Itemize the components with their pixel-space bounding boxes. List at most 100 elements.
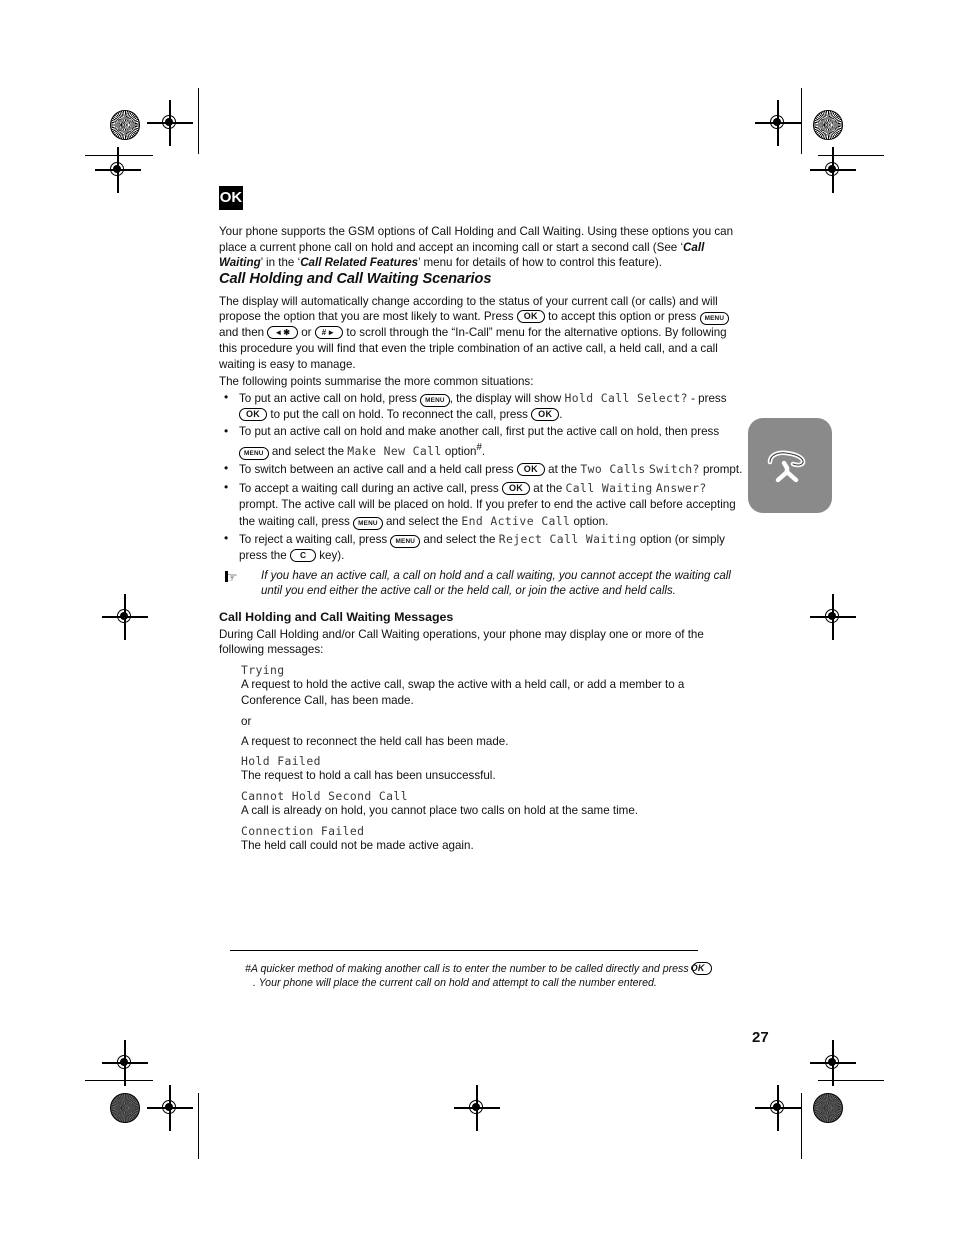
crosshair-registration-mark (147, 100, 193, 146)
menu-key-icon[interactable]: MENU (420, 393, 450, 407)
bullet1-text-1: To put an active call on hold, press (239, 391, 417, 405)
crosshair-registration-mark (810, 147, 856, 193)
scenarios-text-4: or (301, 326, 312, 340)
bullet4-text-4: and select the (385, 515, 459, 529)
display-text-two-calls: Two Calls (580, 462, 646, 477)
crosshair-registration-mark (454, 1085, 500, 1131)
menu-key-icon[interactable]: MENU (699, 312, 730, 326)
ok-key-icon[interactable]: OK (531, 407, 560, 421)
display-text-hold-call-select: Hold Call Select? (564, 390, 688, 405)
message-desc-cannot-hold-second-call: A call is already on hold, you cannot pl… (241, 803, 638, 817)
display-text-end-active-call: End Active Call (461, 514, 571, 529)
menu-key-icon[interactable]: MENU (239, 447, 269, 461)
list-item: To switch between an active call and a h… (219, 460, 743, 478)
bullet3-text-3: prompt. (702, 463, 743, 477)
display-text-reject-call-waiting: Reject Call Waiting (498, 532, 637, 547)
list-item: To reject a waiting call, press MENU and… (219, 530, 743, 564)
message-or-separator: or (241, 715, 252, 729)
crosshair-registration-mark (810, 1040, 856, 1086)
star-registration-mark-top-left (110, 110, 140, 140)
crop-line (198, 1093, 200, 1159)
intro-text-1: Your phone supports the GSM options of C… (219, 225, 734, 254)
crosshair-registration-mark (102, 594, 148, 640)
scenarios-text-2: to accept this option or press (548, 310, 697, 324)
crop-line (801, 88, 803, 154)
bullet1-text-2: , the display will show (449, 391, 562, 405)
bullet2-text-4: . (481, 445, 486, 459)
crop-line (198, 88, 200, 154)
note-block: ☞ If you have an active call, a call on … (225, 569, 743, 600)
note-text: If you have an active call, a call on ho… (261, 569, 731, 598)
list-item: To accept a waiting call during an activ… (219, 479, 743, 531)
display-text-call-waiting: Call Waiting (565, 480, 653, 495)
star-registration-mark-bottom-right (813, 1093, 843, 1123)
bullet4-text-2: at the (533, 481, 563, 495)
chapter-side-tab (748, 418, 832, 513)
phone-handset-icon (767, 450, 806, 483)
crop-line (818, 1080, 884, 1082)
crosshair-registration-mark (95, 147, 141, 193)
summary-lead-in: The following points summarise the more … (219, 375, 534, 389)
ok-key-icon[interactable]: OK (691, 962, 712, 975)
bullet4-text-5: option. (573, 515, 609, 529)
ok-key-icon[interactable]: OK (501, 481, 531, 495)
footnote: #A quicker method of making another call… (245, 962, 713, 991)
pointing-hand-icon: ☞ (225, 568, 238, 585)
message-desc-trying: A request to hold the active call, swap … (241, 678, 685, 707)
message-desc-hold-failed: The request to hold a call has been unsu… (241, 769, 496, 783)
footnote-divider (230, 950, 698, 952)
list-item: To put an active call on hold, press MEN… (219, 389, 743, 423)
bullet1-text-5: . (559, 407, 563, 421)
intro-paragraph: Your phone supports the GSM options of C… (219, 224, 743, 271)
hash-key-icon[interactable]: #► (314, 326, 344, 340)
star-registration-mark-bottom-left (110, 1093, 140, 1123)
ok-key-icon[interactable]: OK (239, 407, 268, 421)
intro-text-2: ’ in the ‘ (260, 256, 301, 270)
scenarios-paragraph: The display will automatically change ac… (219, 294, 743, 372)
bullet3-text-2: at the (548, 463, 578, 477)
menu-key-icon[interactable]: MENU (353, 517, 383, 531)
crosshair-registration-mark (102, 1040, 148, 1086)
crosshair-registration-mark (755, 1085, 801, 1131)
display-text-make-new-call: Make New Call (347, 444, 442, 459)
scenario-bullet-list: To put an active call on hold, press MEN… (219, 389, 743, 565)
bullet1-text-3: - press (691, 391, 727, 405)
ok-key-icon[interactable]: OK (516, 310, 545, 324)
star-registration-mark-top-right (813, 110, 843, 140)
bullet2-text-3: option (444, 445, 477, 459)
bullet5-text-2: and select the (423, 533, 496, 547)
display-text-switch: Switch? (648, 462, 700, 477)
messages-intro: During Call Holding and/or Call Waiting … (219, 627, 704, 657)
message-term-trying: Trying (241, 663, 285, 678)
ok-key-icon[interactable]: OK (516, 463, 545, 477)
bullet2-text-2: and select the (271, 445, 345, 459)
footnote-text-1: A quicker method of making another call … (250, 963, 689, 975)
subsection-heading-messages: Call Holding and Call Waiting Messages (219, 609, 454, 624)
crosshair-registration-mark (810, 594, 856, 640)
messages-list: Trying A request to hold the active call… (219, 663, 743, 853)
bullet2-text-1: To put an active call on hold and make a… (239, 425, 720, 439)
message-term-hold-failed: Hold Failed (241, 754, 321, 769)
footnote-text-2: . Your phone will place the current call… (253, 977, 657, 990)
message-term-cannot-hold-second-call: Cannot Hold Second Call (241, 788, 408, 803)
display-text-answer: Answer? (655, 480, 707, 495)
crop-line (801, 1093, 803, 1159)
section-heading-scenarios: Call Holding and Call Waiting Scenarios (219, 270, 492, 287)
page-content: OK Your phone supports the GSM options o… (219, 186, 743, 853)
star-key-icon[interactable]: ◄✱ (267, 326, 298, 340)
bullet5-text-1: To reject a waiting call, press (239, 533, 388, 547)
intro-text-3: ’ menu for details of how to control thi… (418, 256, 662, 270)
bullet3-text-1: To switch between an active call and a h… (239, 463, 514, 477)
intro-emphasis-call-related-features: Call Related Features (300, 256, 419, 270)
ok-chapter-logo: OK (219, 186, 243, 210)
crop-line (85, 1080, 153, 1082)
bullet5-text-4: key). (319, 549, 345, 563)
message-desc-trying-alt: A request to reconnect the held call has… (241, 734, 509, 748)
page-number: 27 (752, 1029, 769, 1046)
crosshair-registration-mark (147, 1085, 193, 1131)
message-desc-connection-failed: The held call could not be made active a… (241, 838, 474, 852)
menu-key-icon[interactable]: MENU (390, 535, 421, 549)
crosshair-registration-mark (755, 100, 801, 146)
clear-key-icon[interactable]: C (289, 549, 316, 563)
bullet4-text-1: To accept a waiting call during an activ… (239, 481, 499, 495)
